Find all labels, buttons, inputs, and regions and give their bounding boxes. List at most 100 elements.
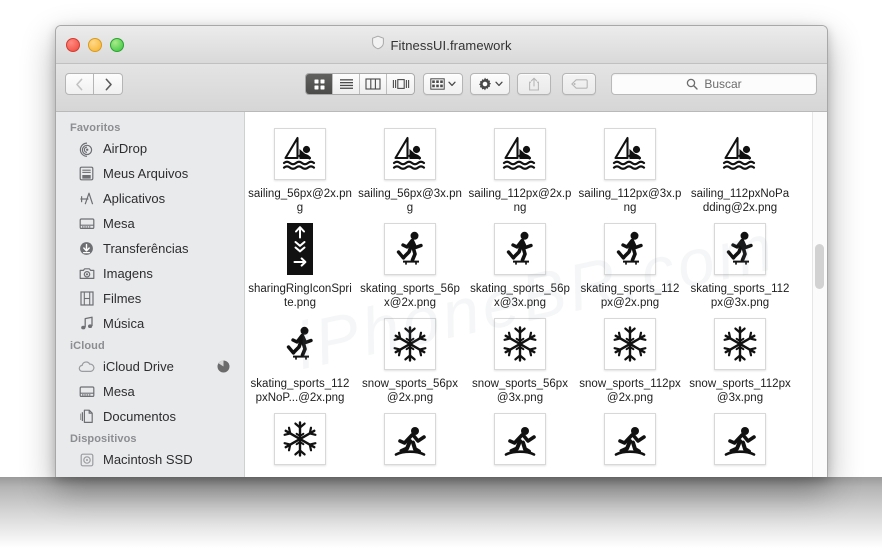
sailing-icon	[274, 128, 326, 180]
scrollbar-thumb[interactable]	[815, 244, 824, 289]
documents-icon	[78, 408, 95, 425]
column-view-button[interactable]	[360, 74, 387, 94]
file-item[interactable]: skating_sports_112px@3x.png	[685, 217, 795, 310]
window-title-group: FitnessUI.framework	[56, 35, 827, 55]
tag-icon	[570, 79, 588, 89]
search-input[interactable]: Buscar	[611, 73, 817, 95]
sidebar-item-label: iCloud Drive	[103, 359, 174, 374]
sidebar-item-label: Aplicativos	[103, 191, 166, 206]
snowflake-icon	[604, 318, 656, 370]
back-button[interactable]	[65, 73, 94, 95]
arrange-icon	[430, 78, 445, 90]
file-item[interactable]: skating_sports_56px@2x.png	[355, 217, 465, 310]
sidebar-item-musica[interactable]: Música	[56, 311, 244, 336]
airdrop-icon	[78, 140, 95, 157]
snowboarding-icon	[384, 413, 436, 465]
columns-icon	[365, 78, 381, 90]
list-icon	[339, 79, 353, 89]
movies-icon	[78, 290, 95, 307]
cloud-icon	[78, 358, 95, 375]
file-item[interactable]: snow_sports_112px@2x.png	[575, 312, 685, 405]
sailing-icon	[384, 128, 436, 180]
sync-progress-indicator	[217, 360, 230, 373]
sidebar-item-meus-arquivos[interactable]: Meus Arquivos	[56, 161, 244, 186]
arrange-button[interactable]	[423, 73, 463, 95]
file-item[interactable]: snow_sports_112px@3x.png	[685, 312, 795, 405]
sidebar-item-mesa[interactable]: Mesa	[56, 211, 244, 236]
file-item[interactable]: sailing_112px@3x.png	[575, 122, 685, 215]
sidebar-item-transferencias[interactable]: Transferências	[56, 236, 244, 261]
all-my-files-icon	[78, 165, 95, 182]
file-name-label: sailing_112px@2x.png	[468, 188, 572, 214]
gallery-view-button[interactable]	[387, 74, 414, 94]
tags-button[interactable]	[562, 73, 596, 95]
file-name-label: sailing_112px@3x.png	[578, 188, 682, 214]
navigation-button-group	[65, 73, 123, 95]
sidebar-item-aplicativos[interactable]: Aplicativos	[56, 186, 244, 211]
sidebar-item-icloud-mesa[interactable]: Mesa	[56, 379, 244, 404]
vertical-scrollbar[interactable]	[812, 112, 827, 477]
forward-button[interactable]	[94, 73, 123, 95]
share-icon	[529, 77, 539, 91]
file-item[interactable]: sailing_112pxNoPadding@2x.png	[685, 122, 795, 215]
file-name-label: sailing_112pxNoPadding@2x.png	[690, 188, 790, 214]
file-item[interactable]	[465, 407, 575, 472]
sidebar-item-label: Mesa	[103, 384, 135, 399]
sidebar-item-airdrop[interactable]: AirDrop	[56, 136, 244, 161]
sidebar-item-label: Meus Arquivos	[103, 166, 189, 181]
sidebar-item-label: Documentos	[103, 409, 176, 424]
file-name-label: skating_sports_112px@2x.png	[580, 283, 680, 309]
sidebar-item-label: AirDrop	[103, 141, 148, 156]
window-title: FitnessUI.framework	[390, 37, 512, 53]
sidebar[interactable]: Favoritos AirDrop Meus Arquivos Aplicati…	[56, 112, 245, 477]
desktop-background-bar	[0, 477, 882, 548]
window-body: Favoritos AirDrop Meus Arquivos Aplicati…	[56, 112, 827, 477]
file-name-label: skating_sports_112px@3x.png	[690, 283, 790, 309]
downloads-icon	[78, 240, 95, 257]
screen: FitnessUI.framework Buscar Favoritos Air…	[0, 0, 882, 548]
snowflake-icon	[384, 318, 436, 370]
file-item[interactable]: sailing_56px@2x.png	[245, 122, 355, 215]
sidebar-item-filmes[interactable]: Filmes	[56, 286, 244, 311]
sidebar-item-imagens[interactable]: Imagens	[56, 261, 244, 286]
file-item[interactable]: skating_sports_112pxNoP...@2x.png	[245, 312, 355, 405]
sidebar-item-label: Filmes	[103, 291, 142, 306]
view-mode-segmented-control	[305, 73, 415, 95]
file-item[interactable]	[245, 407, 355, 472]
file-item[interactable]: sailing_112px@2x.png	[465, 122, 575, 215]
file-grid-area[interactable]: iPhoneBR.com sailing_56px@2x.png sailing…	[245, 112, 827, 477]
file-name-label: skating_sports_56px@2x.png	[360, 283, 460, 309]
snowboarding-icon	[604, 413, 656, 465]
file-item[interactable]: skating_sports_112px@2x.png	[575, 217, 685, 310]
file-item[interactable]: snow_sports_56px@3x.png	[465, 312, 575, 405]
search-placeholder: Buscar	[704, 77, 742, 91]
sidebar-item-label: Macintosh SSD	[103, 452, 193, 467]
sailing-icon	[604, 128, 656, 180]
file-name-label: snow_sports_112px@3x.png	[689, 378, 791, 404]
sidebar-item-documentos[interactable]: Documentos	[56, 404, 244, 429]
action-menu-button[interactable]	[470, 73, 510, 95]
sidebar-item-label: Imagens	[103, 266, 153, 281]
sidebar-item-label: Música	[103, 316, 145, 331]
file-item[interactable]: sharingRingIconSprite.png	[245, 217, 355, 310]
file-name-label: sailing_56px@2x.png	[248, 188, 352, 214]
icon-view-button[interactable]	[306, 74, 333, 94]
desktop-icon	[78, 215, 95, 232]
file-name-label: snow_sports_56px@3x.png	[472, 378, 568, 404]
file-item[interactable]: sailing_56px@3x.png	[355, 122, 465, 215]
file-name-label: sharingRingIconSprite.png	[248, 283, 352, 309]
share-button[interactable]	[517, 73, 551, 95]
snowflake-icon	[494, 318, 546, 370]
file-name-label: skating_sports_112pxNoP...@2x.png	[250, 378, 350, 404]
file-item[interactable]: skating_sports_56px@3x.png	[465, 217, 575, 310]
file-item[interactable]	[685, 407, 795, 472]
sidebar-item-icloud-drive[interactable]: iCloud Drive	[56, 354, 244, 379]
list-view-button[interactable]	[333, 74, 360, 94]
file-item[interactable]	[355, 407, 465, 472]
file-item[interactable]: snow_sports_56px@2x.png	[355, 312, 465, 405]
file-item[interactable]	[575, 407, 685, 472]
grid-icon	[314, 79, 324, 89]
skating-icon	[384, 223, 436, 275]
sidebar-item-macintosh-ssd[interactable]: Macintosh SSD	[56, 447, 244, 472]
file-name-label: skating_sports_56px@3x.png	[470, 283, 570, 309]
